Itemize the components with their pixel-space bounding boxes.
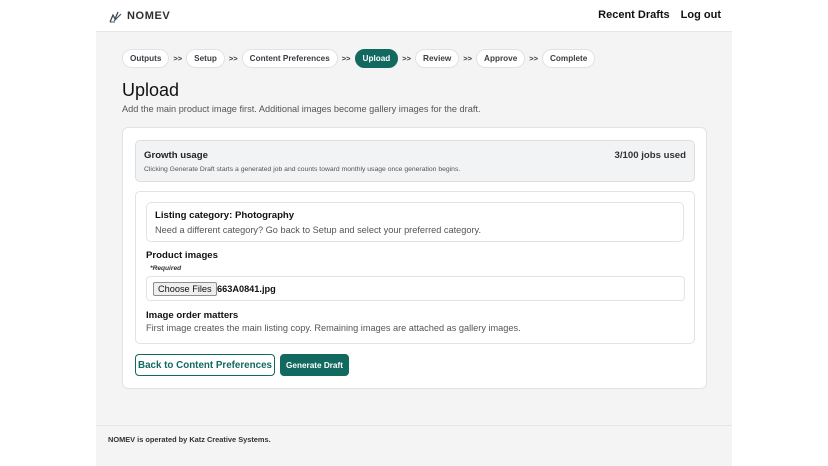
- footer-divider: [96, 425, 732, 426]
- choose-files-button[interactable]: Choose Files: [153, 282, 217, 296]
- usage-count: 3/100 jobs used: [614, 150, 686, 161]
- step-content-preferences[interactable]: Content Preferences: [241, 49, 338, 68]
- usage-panel: Growth usage 3/100 jobs used Clicking Ge…: [135, 140, 695, 182]
- step-separator: >>: [402, 54, 412, 63]
- step-separator: >>: [228, 54, 238, 63]
- category-title: Listing category: Photography: [155, 210, 295, 221]
- usage-title: Growth usage: [144, 150, 208, 161]
- log-out-link[interactable]: Log out: [681, 9, 721, 21]
- step-upload[interactable]: Upload: [354, 49, 399, 68]
- step-separator: >>: [173, 54, 183, 63]
- step-separator: >>: [529, 54, 539, 63]
- top-bar: NOMEV Recent Drafts Log out: [96, 0, 732, 32]
- product-images-label: Product images: [146, 250, 218, 261]
- brand-link[interactable]: NOMEV: [109, 10, 171, 23]
- step-separator: >>: [463, 54, 473, 63]
- top-nav: Recent Drafts Log out: [587, 9, 721, 21]
- brand-name: NOMEV: [127, 10, 171, 22]
- selected-file-name: 663A0841.jpg: [217, 284, 276, 294]
- page-title: Upload: [122, 80, 180, 100]
- page-subtitle: Add the main product image first. Additi…: [122, 104, 481, 114]
- step-approve[interactable]: Approve: [476, 49, 526, 68]
- progress-steps: Outputs >> Setup >> Content Preferences …: [122, 49, 596, 68]
- footer-text: NOMEV is operated by Katz Creative Syste…: [108, 435, 271, 444]
- file-input[interactable]: Choose Files 663A0841.jpg: [146, 276, 685, 301]
- image-order-title: Image order matters: [146, 310, 239, 321]
- recent-drafts-link[interactable]: Recent Drafts: [598, 9, 670, 21]
- step-setup[interactable]: Setup: [186, 49, 225, 68]
- category-box: Listing category: Photography Need a dif…: [146, 202, 684, 242]
- back-button[interactable]: Back to Content Preferences: [135, 354, 275, 376]
- step-separator: >>: [341, 54, 351, 63]
- step-complete[interactable]: Complete: [542, 49, 596, 68]
- page-container: NOMEV Recent Drafts Log out Outputs >> S…: [96, 0, 732, 466]
- upload-card: Growth usage 3/100 jobs used Clicking Ge…: [122, 127, 707, 389]
- required-note: *Required: [150, 265, 182, 272]
- generate-draft-button[interactable]: Generate Draft: [280, 354, 349, 376]
- image-order-note: First image creates the main listing cop…: [146, 323, 521, 333]
- category-note: Need a different category? Go back to Se…: [155, 225, 482, 235]
- usage-note: Clicking Generate Draft starts a generat…: [144, 166, 461, 173]
- pen-logo-icon: [109, 10, 122, 23]
- step-review[interactable]: Review: [415, 49, 460, 68]
- upload-form: Listing category: Photography Need a dif…: [135, 191, 695, 344]
- step-outputs[interactable]: Outputs: [122, 49, 170, 68]
